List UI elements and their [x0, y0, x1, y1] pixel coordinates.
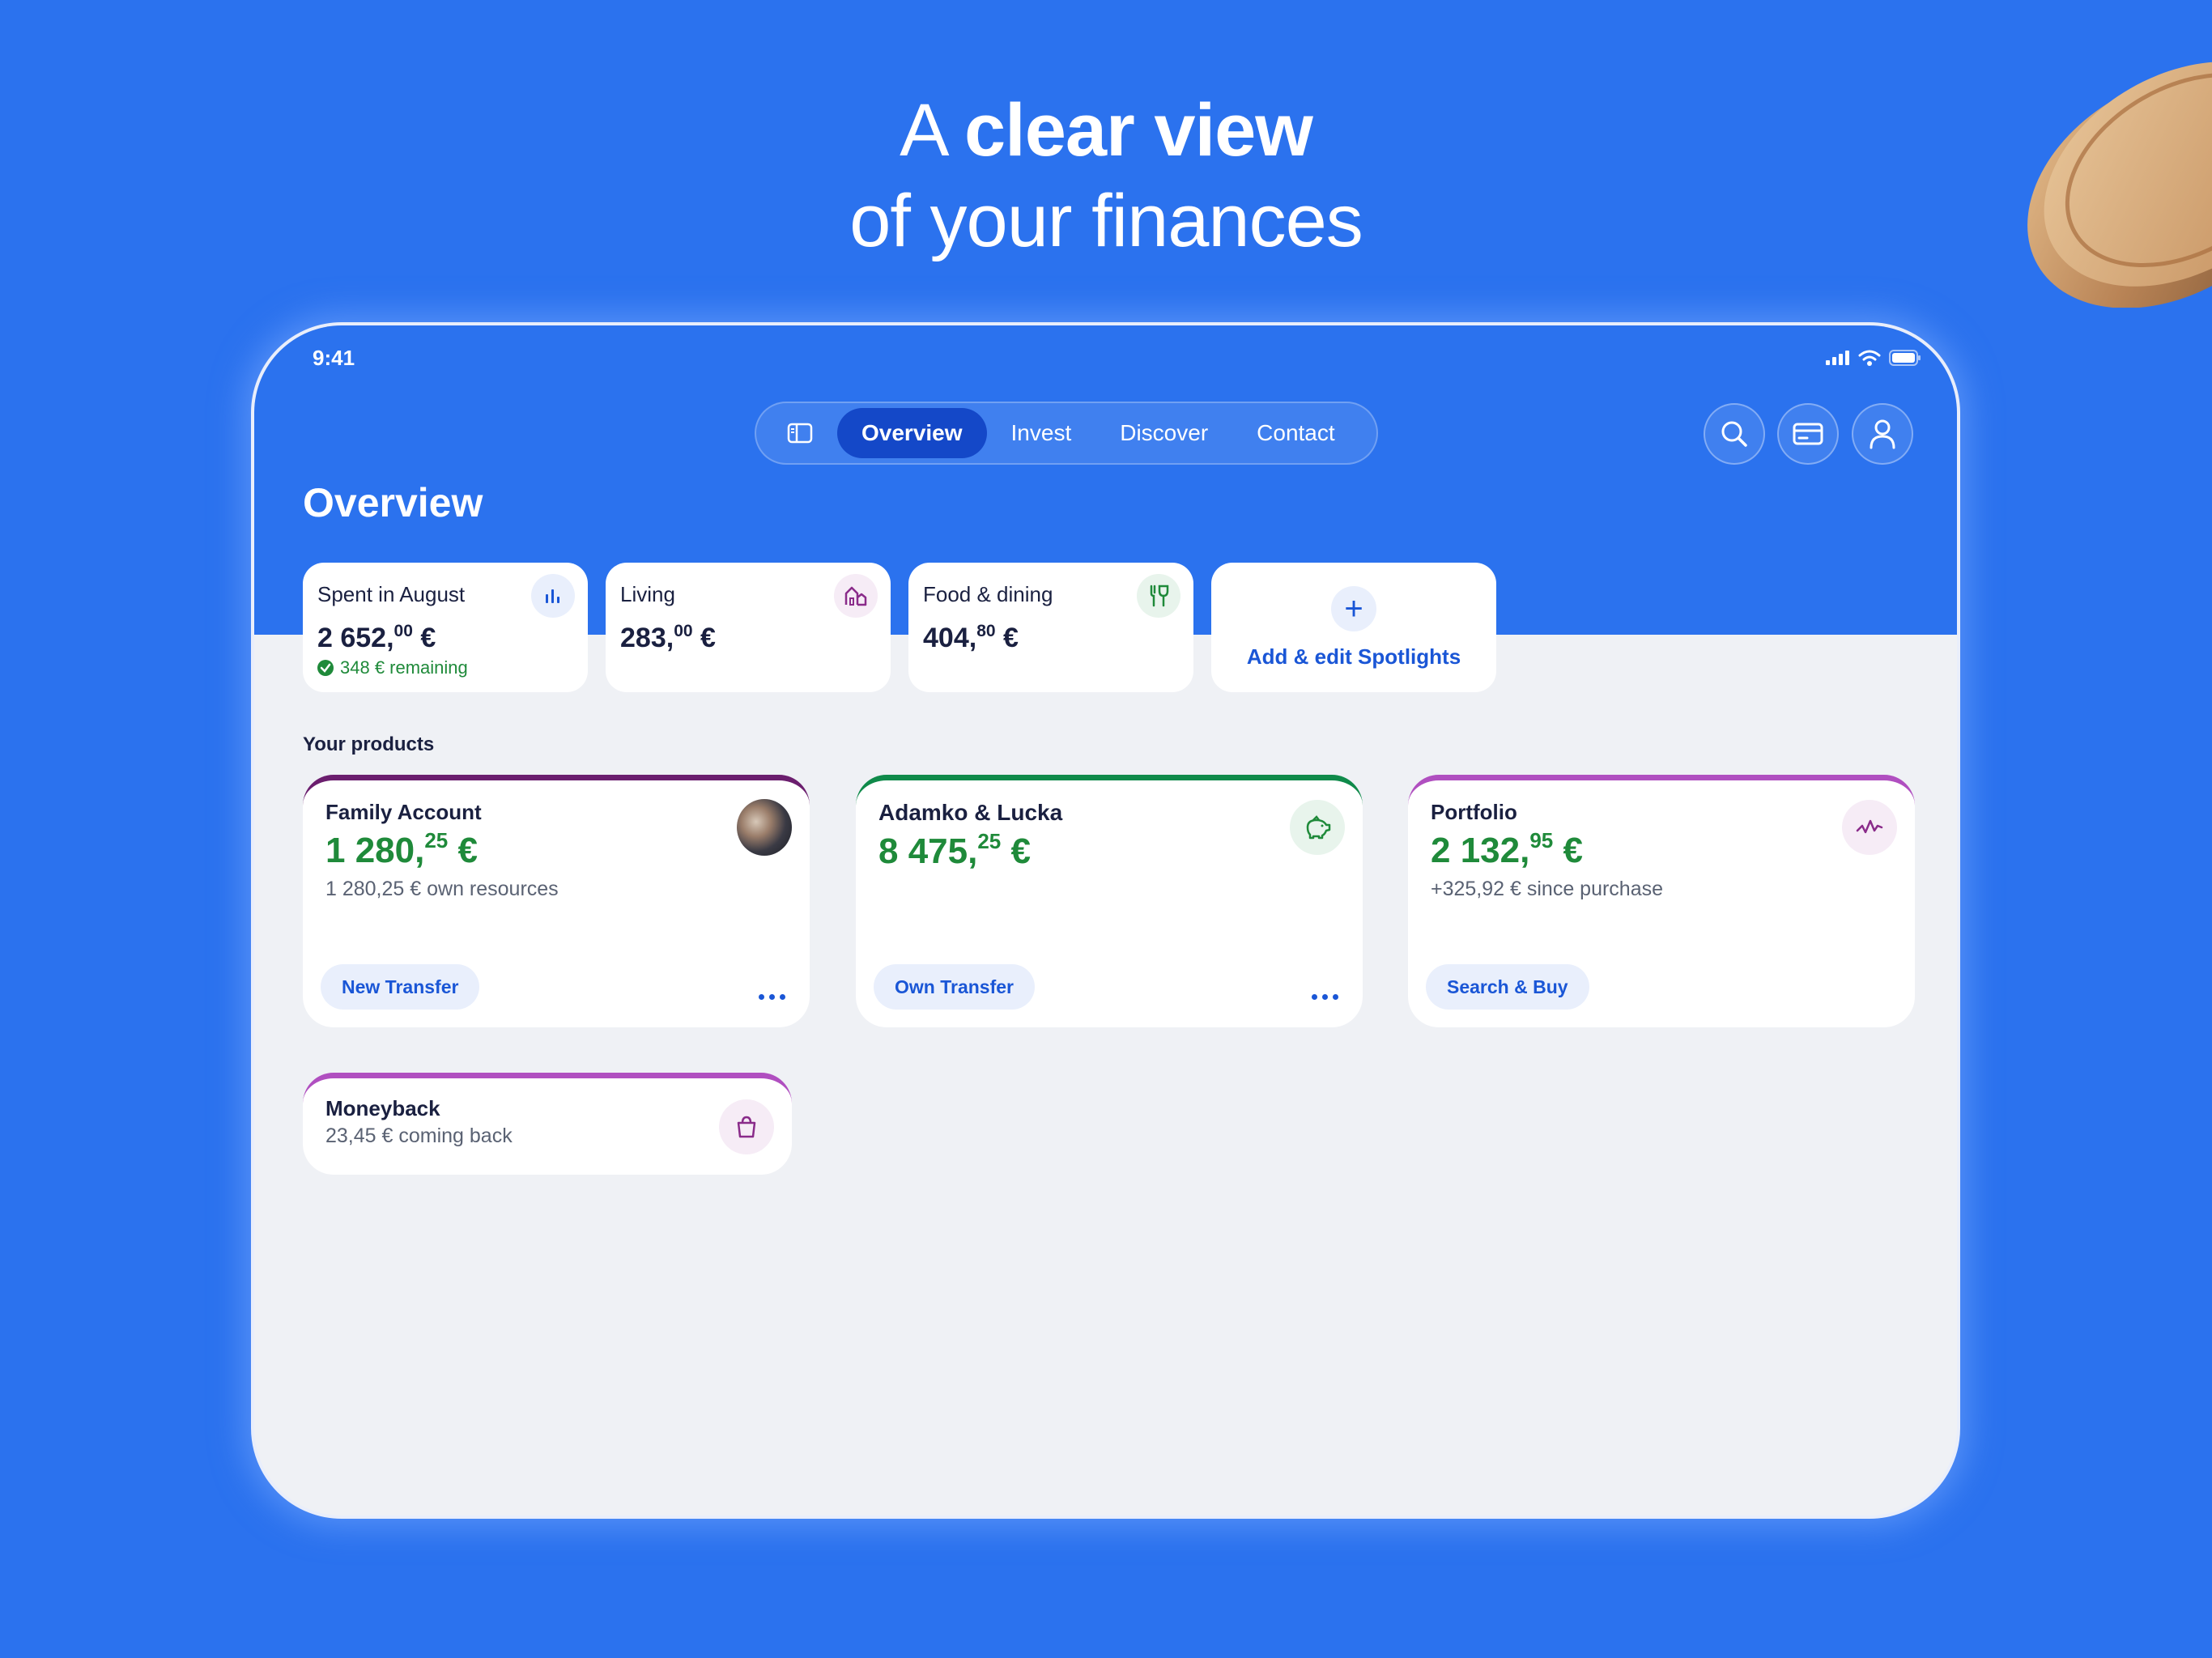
add-spotlights-label: Add & edit Spotlights [1246, 644, 1461, 669]
spotlight-value: 283,00 € [620, 622, 716, 653]
tab-contact[interactable]: Contact [1232, 408, 1359, 458]
product-title: Moneyback [325, 1096, 440, 1120]
status-time: 9:41 [313, 346, 355, 370]
product-amount: 2 132,95 € [1431, 828, 1583, 870]
status-icons [1826, 350, 1921, 366]
headline-line-1: A clear view [900, 89, 1313, 172]
spotlight-card-spent[interactable]: Spent in August 2 652,00 € 348 € remaini… [303, 563, 588, 692]
product-title: Family Account [325, 800, 482, 824]
tab-discover[interactable]: Discover [1095, 408, 1232, 458]
shopping-bag-icon [719, 1099, 774, 1154]
spotlight-value: 2 652,00 € [317, 622, 436, 653]
more-options-icon[interactable] [759, 994, 785, 1000]
product-amount: 1 280,25 € [325, 828, 478, 870]
cards-button[interactable] [1777, 403, 1839, 465]
coin-illustration [2027, 62, 2212, 308]
product-card-adamko-lucka[interactable]: Adamko & Lucka 8 475,25 € Own Transfer [856, 775, 1363, 1027]
add-edit-spotlights-button[interactable]: + Add & edit Spotlights [1211, 563, 1496, 692]
products-section-label: Your products [303, 733, 435, 755]
product-subtext: +325,92 € since purchase [1431, 878, 1664, 900]
piggy-bank-icon [1290, 800, 1345, 855]
product-subtext: 23,45 € coming back [325, 1124, 513, 1147]
search-icon [1721, 421, 1747, 447]
headline: A clear view of your finances [0, 85, 2212, 266]
product-card-portfolio[interactable]: Portfolio 2 132,95 € +325,92 € since pur… [1408, 775, 1915, 1027]
own-transfer-button[interactable]: Own Transfer [874, 964, 1035, 1010]
top-navigation: Overview Invest Discover Contact [755, 402, 1378, 465]
product-card-moneyback[interactable]: Moneyback 23,45 € coming back [303, 1073, 792, 1175]
page-title: Overview [303, 480, 483, 525]
plus-icon: + [1331, 585, 1376, 631]
cellular-signal-icon [1826, 351, 1849, 365]
headline-line-2: of your finances [849, 180, 1363, 262]
tablet-device: 9:41 Overview Invest Discover Contact Ov… [251, 322, 1960, 1519]
product-title: Adamko & Lucka [878, 800, 1063, 825]
spotlight-card-living[interactable]: Living 283,00 € [606, 563, 891, 692]
tab-overview[interactable]: Overview [837, 408, 987, 458]
new-transfer-button[interactable]: New Transfer [321, 964, 480, 1010]
battery-icon [1889, 350, 1921, 366]
more-options-icon[interactable] [1312, 994, 1338, 1000]
family-photo-avatar [737, 799, 792, 856]
product-subtext: 1 280,25 € own resources [325, 878, 559, 900]
check-circle-icon [317, 660, 334, 676]
product-title: Portfolio [1431, 800, 1517, 824]
sidebar-toggle-button[interactable] [763, 408, 837, 458]
tab-invest[interactable]: Invest [987, 408, 1096, 458]
card-icon [1793, 423, 1823, 445]
cutlery-icon [1137, 574, 1180, 618]
product-card-family-account[interactable]: Family Account 1 280,25 € 1 280,25 € own… [303, 775, 810, 1027]
bar-chart-icon [531, 574, 575, 618]
profile-button[interactable] [1852, 403, 1913, 465]
wifi-icon [1858, 350, 1881, 366]
house-icon [834, 574, 878, 618]
chart-line-icon [1842, 800, 1897, 855]
spotlight-value: 404,80 € [923, 622, 1019, 653]
product-amount: 8 475,25 € [878, 829, 1031, 871]
search-buy-button[interactable]: Search & Buy [1426, 964, 1589, 1010]
search-button[interactable] [1704, 403, 1765, 465]
sidebar-icon [787, 423, 813, 444]
spotlight-remaining: 348 € remaining [317, 657, 573, 678]
user-icon [1870, 419, 1895, 449]
spotlight-card-food[interactable]: Food & dining 404,80 € [908, 563, 1193, 692]
